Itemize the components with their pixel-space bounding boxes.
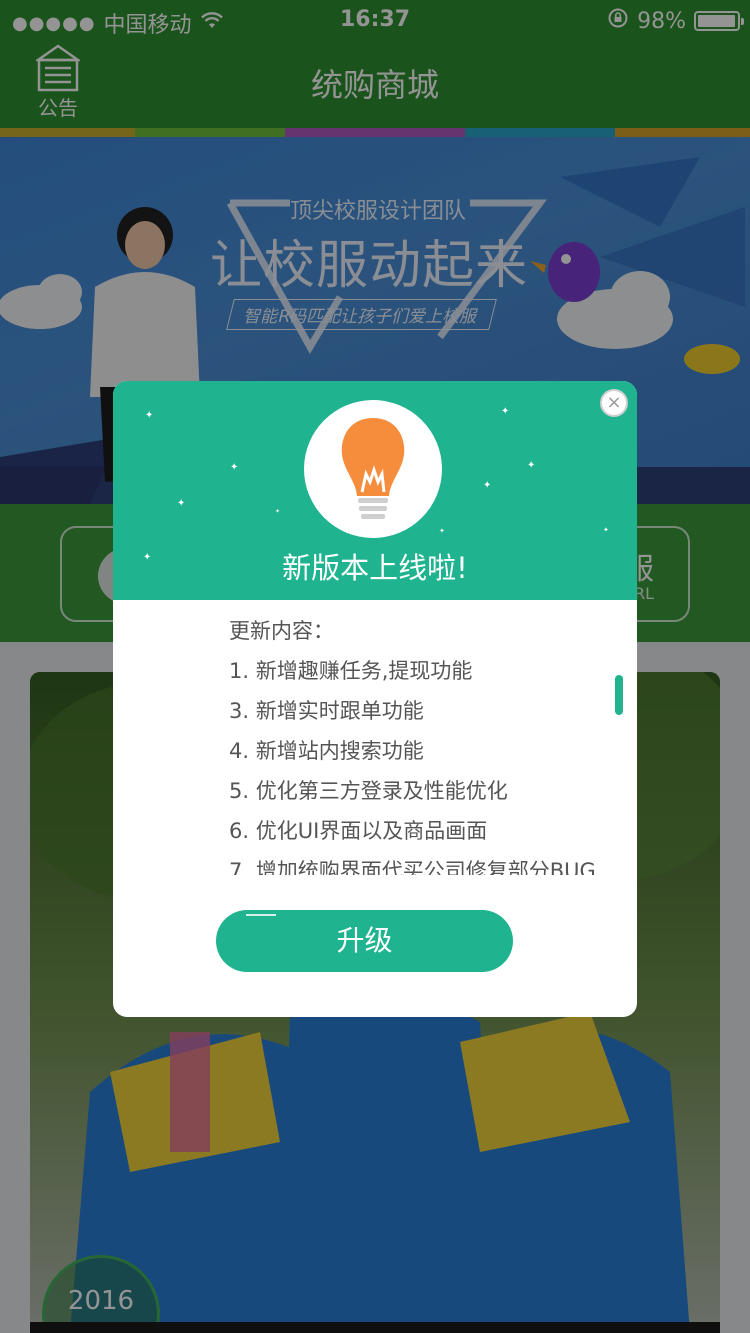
sparkle-icon: ✦ [483, 480, 492, 491]
close-button[interactable]: × [600, 389, 628, 417]
bulb-badge [304, 400, 442, 538]
changelog-item: 6. 优化UI界面以及商品画面 [229, 819, 488, 843]
changelog-list[interactable]: 更新内容： 1. 新增趣赚任务,提现功能 3. 新增实时跟单功能 4. 新增站内… [229, 611, 609, 875]
changelog-item: 5. 优化第三方登录及性能优化 [229, 779, 508, 803]
changelog-item: 7. 增加统购界面代买公司修复部分BUG [229, 859, 596, 875]
changelog-item: 4. 新增站内搜索功能 [229, 739, 424, 763]
button-sheen [246, 914, 276, 916]
changelog-item: 1. 新增趣赚任务,提现功能 [229, 659, 473, 683]
lightbulb-icon [341, 418, 405, 519]
upgrade-button[interactable]: 升级 [216, 910, 513, 972]
update-dialog: ✦ ✦ ✦ ✦ ✦ ✦ ✦ ✦ ✦ ✦ 新版本上线啦! × 更新内容： 1. 新… [113, 381, 637, 1017]
upgrade-button-label: 升级 [336, 924, 393, 957]
changelog-scrollbar[interactable] [615, 675, 623, 715]
sparkle-icon: ✦ [527, 460, 536, 471]
changelog-item: 3. 新增实时跟单功能 [229, 699, 424, 723]
sparkle-icon: ✦ [177, 498, 186, 509]
changelog-heading: 更新内容： [229, 619, 334, 643]
update-dialog-title: 新版本上线啦! [282, 551, 468, 585]
sparkle-icon: ✦ [603, 526, 609, 534]
sparkle-icon: ✦ [275, 508, 281, 515]
sparkle-icon: ✦ [501, 406, 510, 417]
update-dialog-header: ✦ ✦ ✦ ✦ ✦ ✦ ✦ ✦ ✦ ✦ 新版本上线啦! × [113, 381, 637, 600]
sparkle-icon: ✦ [145, 410, 154, 421]
sparkle-icon: ✦ [230, 462, 239, 473]
